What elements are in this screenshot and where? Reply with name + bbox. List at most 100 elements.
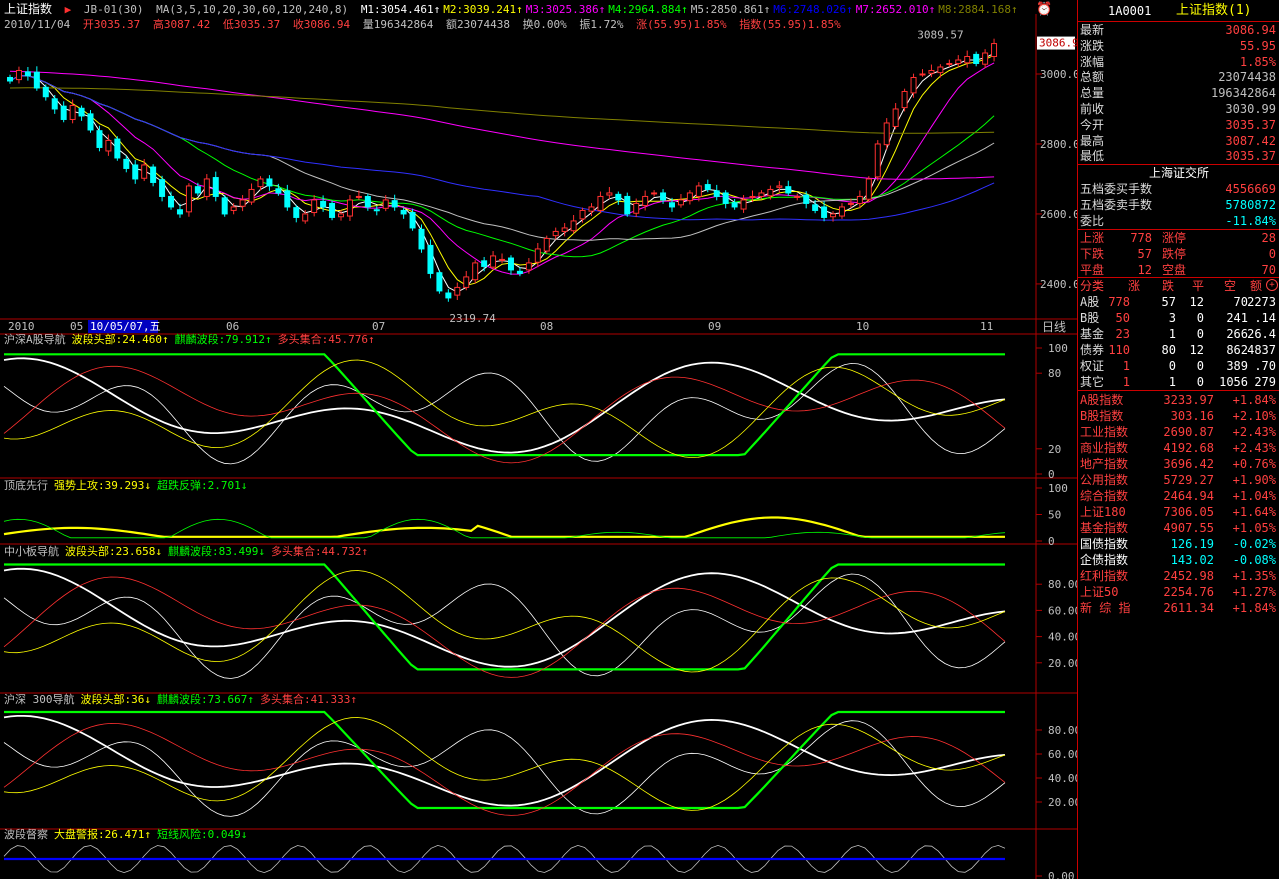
category-down: 0 [1168,359,1176,373]
candle-body [123,158,130,169]
indicator-series-label: 波段头部:23.658↓ [65,545,162,558]
index-change: +1.27% [1232,585,1276,599]
index-row[interactable]: 企债指数 143.02 -0.08% [1078,552,1279,568]
quote-row: 前收 3030.99 [1078,101,1279,117]
category-header-cell: 分类 [1080,279,1105,293]
candle-body [257,178,264,188]
y-tick-label: 0 [1048,535,1055,548]
candle-body [624,195,631,215]
indicator-line [3,357,1006,454]
alarm-clock-icon[interactable]: ⏰ [1036,2,1052,17]
candle-body [847,202,854,205]
title-bar: 上证指数 ▶ JB-01(30) MA(3,5,10,20,30,60,120,… [4,2,1027,17]
index-row[interactable]: 综合指数 2464.94 +1.04% [1078,488,1279,504]
candle-body [51,98,58,110]
index-row[interactable]: 上证50 2254.76 +1.27% [1078,584,1279,600]
index-row[interactable]: 国债指数 126.19 -0.02% [1078,536,1279,552]
category-flat: 12 [1189,295,1204,309]
candle-body [168,195,175,208]
candle-body [7,76,13,82]
quote-label: 今开 [1080,117,1105,132]
quote-value: 3086.94 [1225,23,1276,37]
index-price: 126.19 [1170,537,1214,551]
category-row: 基金 23 1 0 266 26.4 [1078,326,1279,342]
indicator-line [4,353,1005,457]
candle-body [776,185,783,188]
candle-body [346,199,353,217]
ma-line-8 [9,87,995,134]
category-empty: 266 [1226,327,1248,341]
candle-body [132,164,139,180]
quote-row: 最高 3087.42 [1078,133,1279,149]
index-row[interactable]: 工业指数 2690.87 +2.43% [1078,424,1279,440]
breadth-label: 平盘 [1080,263,1105,277]
index-row[interactable]: 上证180 7306.05 +1.64% [1078,504,1279,520]
index-name: 地产指数 [1080,457,1129,471]
category-row: 债券 110 80 12 862 4837 [1078,342,1279,358]
chart-area[interactable]: 3000.0 2800.0 2600.0 2400.0 3089.57 2319.74 30… [0,0,1077,879]
candle-body [302,213,309,222]
candle-body [669,202,675,208]
index-name: 上证180 [1080,505,1126,519]
candle-body [221,197,228,215]
quote-line: 2010/11/04 开3035.37 高3087.42 低3035.37 收3… [4,18,847,31]
candle-body [588,206,595,212]
y-tick-label: 3000.0 [1040,68,1077,81]
index-name: 上证指数 [4,2,53,16]
index-row[interactable]: A股指数 3233.97 +1.84% [1078,392,1279,408]
index-price: 2611.34 [1163,601,1214,615]
index-row[interactable]: B股指数 303.16 +2.10% [1078,408,1279,424]
category-amount: 26.4 [1247,327,1276,341]
index-name: B股指数 [1080,409,1124,423]
add-icon[interactable]: + [1266,279,1278,291]
index-row[interactable]: 公用指数 5729.27 +1.90% [1078,472,1279,488]
candle-body [955,59,962,64]
candle-body [185,185,192,213]
index-row[interactable]: 红利指数 2452.98 +1.35% [1078,568,1279,584]
index-change: +0.76% [1232,457,1276,471]
candle-body [373,209,380,212]
candle-body [543,237,550,252]
index-row[interactable]: 基金指数 4907.55 +1.05% [1078,520,1279,536]
index-change: -0.08% [1232,553,1276,567]
indicator-title: 沪深 300导航 [4,693,75,706]
breadth-label: 跌停 [1162,247,1187,261]
x-tick-label: 2010 [8,320,35,333]
quote-value: 3035.37 [1225,117,1276,132]
index-price: 2452.98 [1163,569,1214,583]
play-icon[interactable]: ▶ [65,3,72,16]
exchange-title: 上海证交所 [1148,166,1209,180]
index-row[interactable]: 地产指数 3696.42 +0.76% [1078,456,1279,472]
category-empty: 1056 [1219,375,1248,389]
quote-row: 涨跌 55.95 [1078,38,1279,54]
quote-date: 2010/11/04 [4,18,71,31]
chart-canvas[interactable]: 3000.0 2800.0 2600.0 2400.0 3089.57 2319.74 30… [0,0,1077,879]
candle-body [42,86,49,98]
category-row: B股 50 3 0 241 .14 [1078,310,1279,326]
category-down: 80 [1161,343,1176,357]
category-empty: 389 [1226,359,1248,373]
category-header-cell: 跌 [1162,279,1175,293]
category-row: A股 778 57 12 70 2273 [1078,294,1279,310]
quote-value: 196342864 [1210,86,1276,101]
index-row[interactable]: 新 综 指 2611.34 +1.84% [1078,600,1279,616]
candle-body [865,178,872,200]
indicator-series-label: 超跌反弹:2.701↓ [156,479,248,492]
breadth-row: 平盘 12 空盘 70 [1078,262,1279,278]
category-up: 1 [1122,375,1130,389]
candle-body [552,230,559,237]
quote-close: 收3086.94 [292,18,351,31]
index-name: 企债指数 [1080,553,1129,567]
quote-value: 1.85% [1239,54,1276,69]
index-row[interactable]: 商业指数 4192.68 +2.43% [1078,440,1279,456]
formula-name[interactable]: JB-01(30) [84,3,144,16]
breadth-row: 上涨 778 涨停 28 [1078,230,1279,246]
index-code: 1A0001 [1108,4,1152,18]
candle-body [78,107,85,117]
index-price: 2690.87 [1163,425,1214,439]
indicator-line [3,720,1006,817]
quote-label: 最新 [1080,23,1105,37]
y-tick-label: 20 [1048,443,1061,456]
order-value: -11.84% [1225,214,1276,228]
indicator-line [3,715,1006,807]
